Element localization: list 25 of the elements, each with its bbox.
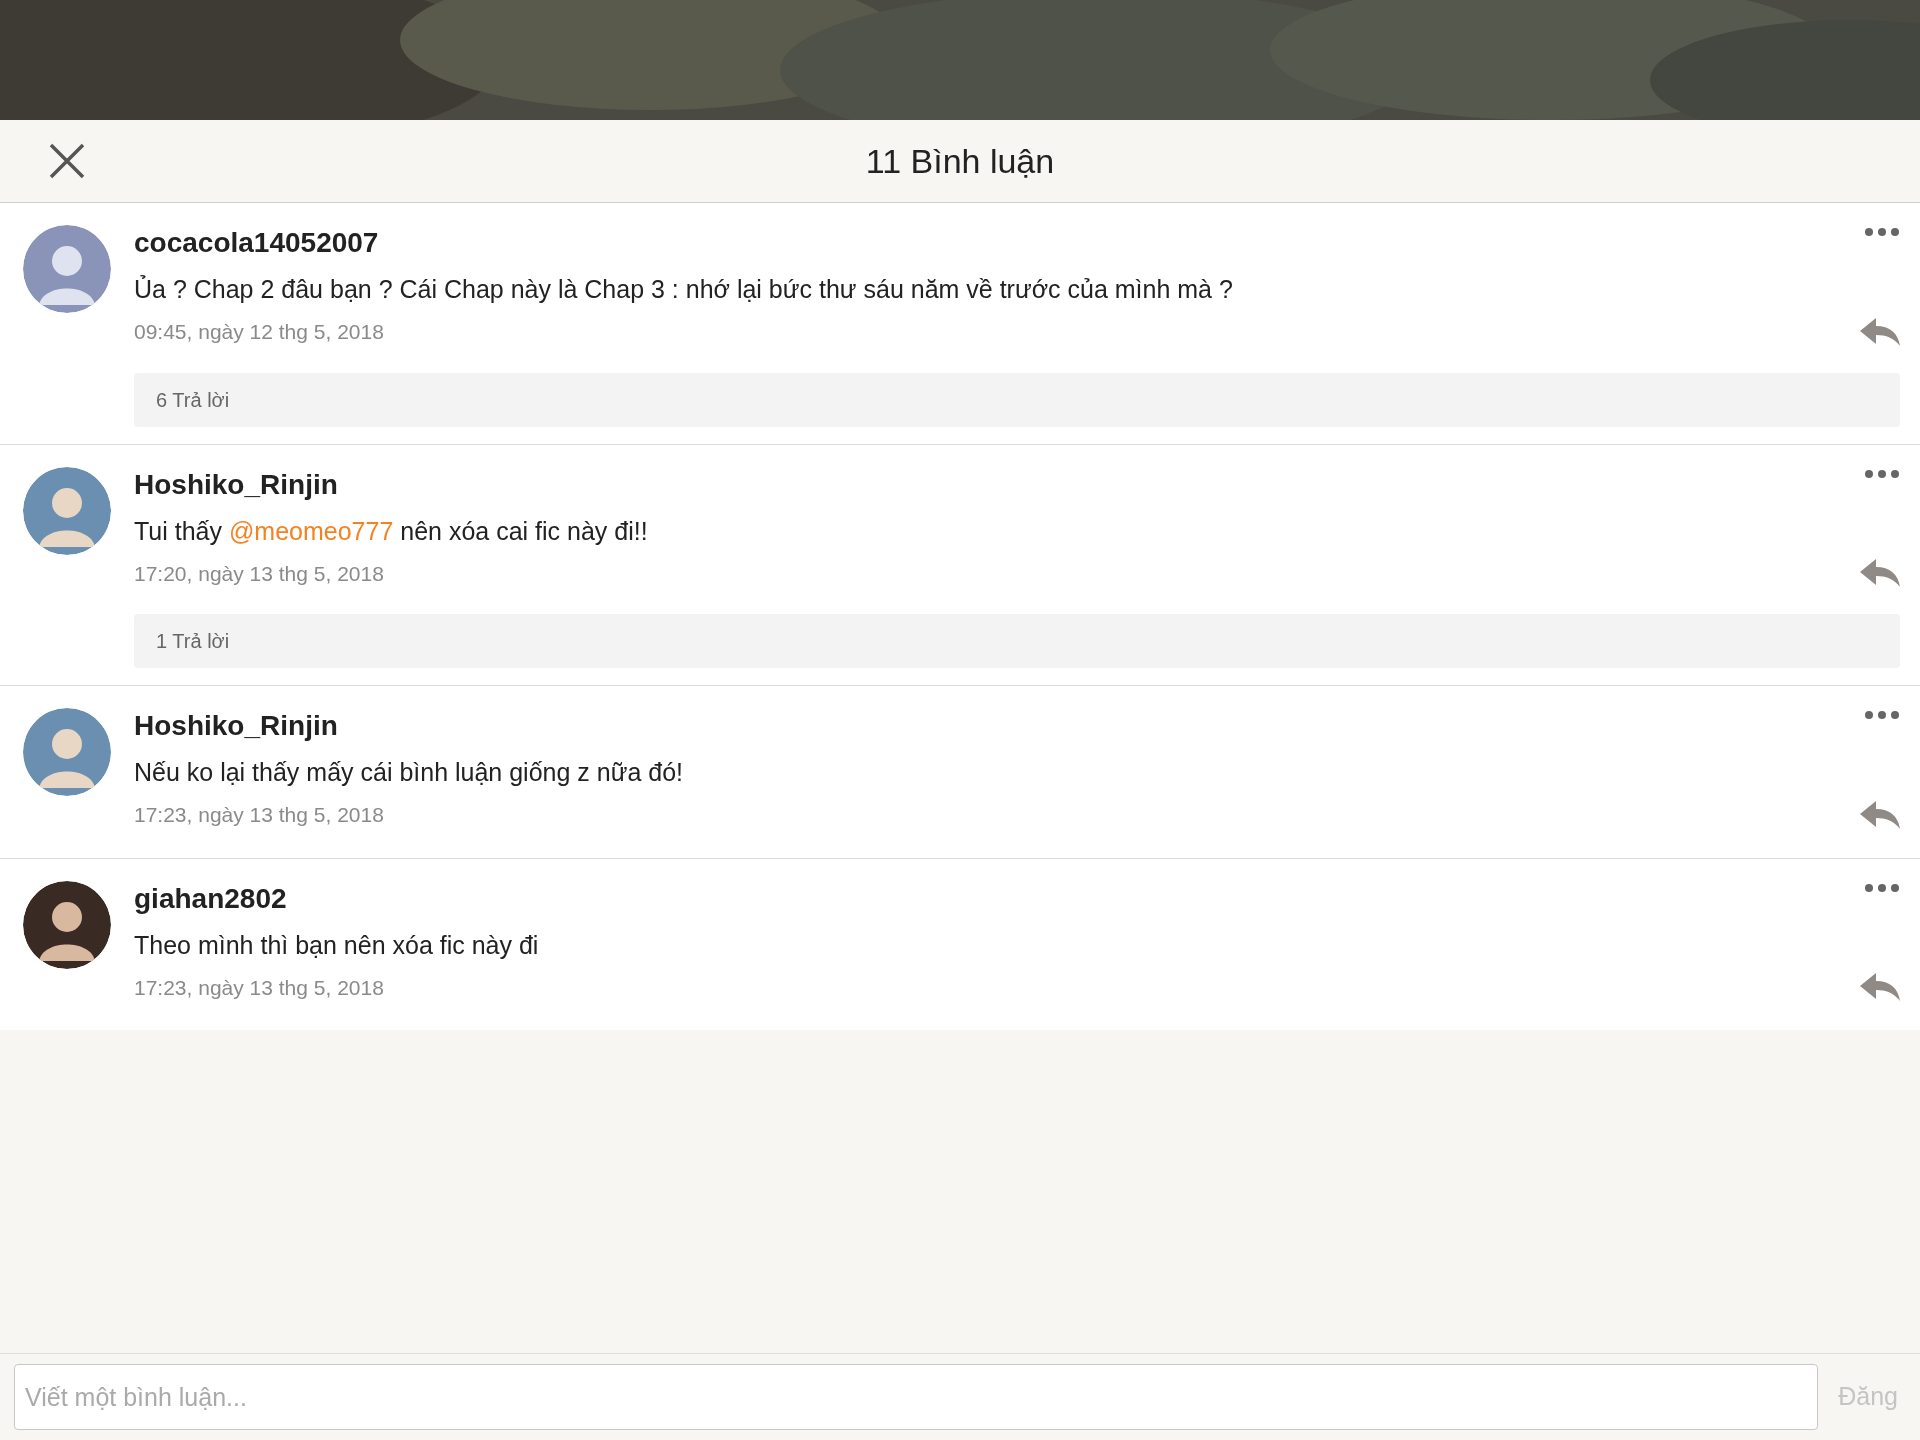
reply-icon[interactable] xyxy=(1860,800,1900,829)
comment-text: Tui thấy @meomeo777 nên xóa cai fic này đi!! xyxy=(134,515,649,547)
avatar[interactable] xyxy=(23,880,111,969)
reply-icon[interactable] xyxy=(1860,317,1900,346)
comment-text: Ủa ? Chap 2 đâu bạn ? Cái Chap này là Chap 3 : nhớ lại bức thư sáu năm về trước của mình mà ? xyxy=(134,274,1234,305)
reply-icon[interactable] xyxy=(1860,559,1900,588)
comment-time: 17:20, ngày 13 thg 5, 2018 xyxy=(134,560,384,587)
username[interactable]: cocacola14052007 xyxy=(134,225,379,261)
replies-button[interactable]: 1 Trả lời xyxy=(134,614,1900,668)
comment-time: 17:23, ngày 13 thg 5, 2018 xyxy=(134,974,384,1001)
comment-text: Theo mình thì bạn nên xóa fic này đi xyxy=(134,929,540,961)
more-icon[interactable] xyxy=(1864,710,1900,720)
comment-time: 17:23, ngày 13 thg 5, 2018 xyxy=(134,802,384,828)
comment-text: Nếu ko lại thấy mấy cái bình luận giống z nữa đó! xyxy=(134,757,684,788)
header-title: 11 Bình luận xyxy=(865,140,1055,182)
username[interactable]: Hoshiko_Rinjin xyxy=(134,466,338,503)
reply-icon[interactable] xyxy=(1860,973,1900,1002)
more-icon[interactable] xyxy=(1864,468,1900,479)
close-icon[interactable] xyxy=(49,143,85,179)
comment-time: 09:45, ngày 12 thg 5, 2018 xyxy=(134,319,384,345)
more-icon[interactable] xyxy=(1864,882,1900,893)
replies-button[interactable]: 6 Trả lời xyxy=(134,372,1900,427)
username[interactable]: Hoshiko_Rinjin xyxy=(134,708,338,744)
username[interactable]: giahan2802 xyxy=(134,880,287,917)
more-icon[interactable] xyxy=(1864,227,1900,237)
